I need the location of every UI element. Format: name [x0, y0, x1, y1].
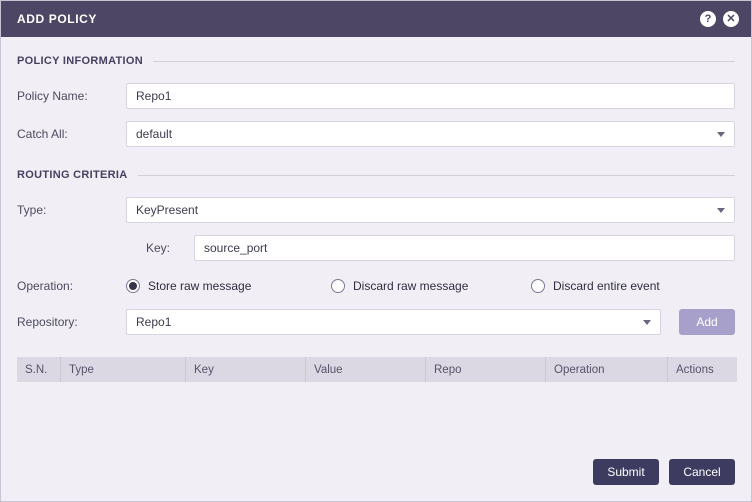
chevron-down-icon — [717, 207, 725, 213]
dialog-header: ADD POLICY ? ✕ — [1, 1, 751, 37]
cancel-button[interactable]: Cancel — [669, 459, 735, 485]
column-header-key: Key — [186, 357, 306, 382]
catch-all-row: Catch All: default — [17, 121, 735, 147]
operation-radio-group: Store raw message Discard raw message Di… — [126, 279, 735, 293]
section-routing-criteria: ROUTING CRITERIA — [17, 169, 735, 181]
repository-label: Repository: — [17, 315, 78, 329]
catch-all-value: default — [136, 127, 173, 141]
type-value: KeyPresent — [136, 203, 199, 217]
help-icon[interactable]: ? — [700, 11, 716, 27]
criteria-table-body — [17, 382, 737, 452]
repository-value: Repo1 — [136, 315, 172, 329]
section-divider — [137, 174, 735, 176]
section-policy-information: POLICY INFORMATION — [17, 55, 735, 67]
radio-discard-entire-event[interactable]: Discard entire event — [531, 279, 660, 293]
header-icons: ? ✕ — [700, 11, 739, 27]
radio-label: Store raw message — [148, 279, 252, 293]
catch-all-label: Catch All: — [17, 127, 68, 141]
operation-label: Operation: — [17, 279, 74, 293]
radio-icon — [331, 279, 345, 293]
column-header-operation: Operation — [546, 357, 668, 382]
criteria-table-header: S.N. Type Key Value Repo Operation Actio… — [17, 357, 737, 382]
key-field-wrap — [194, 235, 735, 261]
policy-name-row: Policy Name: — [17, 83, 735, 109]
type-select[interactable]: KeyPresent — [126, 197, 735, 223]
column-header-repo: Repo — [426, 357, 546, 382]
radio-discard-raw-message[interactable]: Discard raw message — [331, 279, 531, 293]
policy-name-label: Policy Name: — [17, 89, 88, 103]
policy-name-field-wrap — [126, 83, 735, 109]
radio-icon — [531, 279, 545, 293]
radio-label: Discard entire event — [553, 279, 660, 293]
repository-select[interactable]: Repo1 — [126, 309, 661, 335]
chevron-down-icon — [717, 131, 725, 137]
operation-row: Operation: Store raw message Discard raw… — [17, 279, 735, 293]
radio-label: Discard raw message — [353, 279, 469, 293]
type-label: Type: — [17, 203, 47, 217]
key-row: Key: — [146, 235, 735, 261]
key-label: Key: — [146, 241, 171, 255]
policy-name-input[interactable] — [136, 89, 725, 103]
column-header-value: Value — [306, 357, 426, 382]
add-policy-dialog: ADD POLICY ? ✕ POLICY INFORMATION Policy… — [0, 0, 752, 502]
submit-button[interactable]: Submit — [593, 459, 659, 485]
criteria-table: S.N. Type Key Value Repo Operation Actio… — [17, 357, 737, 452]
radio-store-raw-message[interactable]: Store raw message — [126, 279, 331, 293]
dialog-body: POLICY INFORMATION Policy Name: Catch Al… — [1, 37, 751, 452]
dialog-title: ADD POLICY — [17, 12, 98, 26]
add-button[interactable]: Add — [679, 309, 735, 335]
repository-row: Repository: Repo1 Add — [17, 309, 735, 335]
column-header-type: Type — [61, 357, 186, 382]
radio-icon — [126, 279, 140, 293]
key-input[interactable] — [204, 241, 725, 255]
section-divider — [153, 60, 735, 62]
section-title: POLICY INFORMATION — [17, 55, 143, 67]
dialog-footer: Submit Cancel — [1, 452, 751, 502]
column-header-actions: Actions — [676, 363, 714, 376]
close-icon[interactable]: ✕ — [723, 11, 739, 27]
type-row: Type: KeyPresent — [17, 197, 735, 223]
section-title: ROUTING CRITERIA — [17, 169, 128, 181]
chevron-down-icon — [643, 319, 651, 325]
column-header-sn: S.N. — [17, 357, 61, 382]
catch-all-select[interactable]: default — [126, 121, 735, 147]
